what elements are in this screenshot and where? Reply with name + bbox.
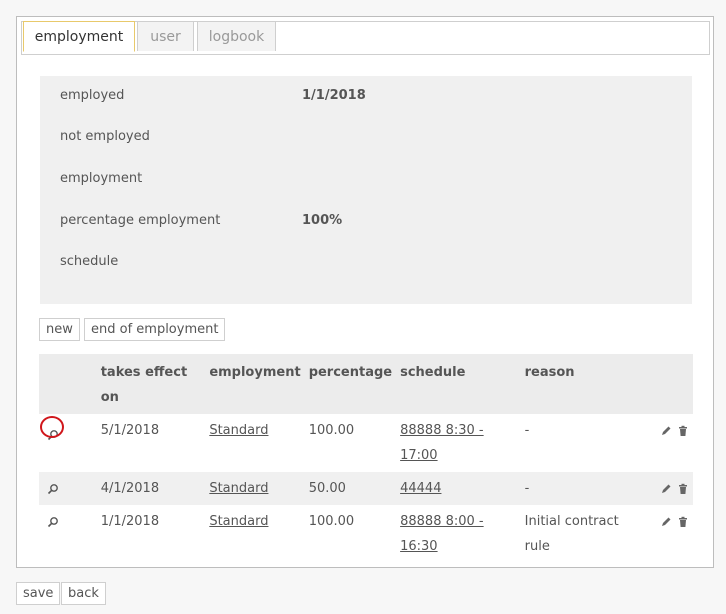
header-employment: employment <box>205 354 305 414</box>
trash-icon[interactable] <box>677 516 689 528</box>
not-employed-label: not employed <box>60 129 150 144</box>
trash-icon[interactable] <box>677 483 689 495</box>
employment-panel: employment user logbook employed 1/1/201… <box>16 16 714 568</box>
new-button[interactable]: new <box>39 318 80 341</box>
cell-takes-effect: 4/1/2018 <box>96 472 206 505</box>
percentage-label: percentage employment <box>60 213 221 228</box>
table-row: 4/1/2018 Standard 50.00 44444 - <box>39 472 693 505</box>
cell-percentage: 100.00 <box>308 423 355 438</box>
end-of-employment-button[interactable]: end of employment <box>84 318 226 341</box>
cell-reason: - <box>520 472 644 505</box>
employed-label: employed <box>60 88 125 103</box>
employed-value: 1/1/2018 <box>302 88 366 103</box>
back-button[interactable]: back <box>61 582 106 605</box>
pencil-icon[interactable] <box>660 516 672 528</box>
tab-logbook[interactable]: logbook <box>197 21 276 51</box>
schedule-link[interactable]: 44444 <box>400 481 441 496</box>
schedule-link[interactable]: 88888 8:30 - 17:00 <box>400 423 484 463</box>
percentage-value: 100% <box>302 213 343 228</box>
employment-label: employment <box>60 171 143 186</box>
tab-user[interactable]: user <box>137 21 194 51</box>
cell-percentage: 50.00 <box>304 472 397 505</box>
magnifier-icon[interactable] <box>47 516 59 528</box>
highlight-circle <box>40 416 64 438</box>
magnifier-icon[interactable] <box>47 483 59 495</box>
tab-employment[interactable]: employment <box>23 21 135 52</box>
employment-history-table: takes effect on employment percentage sc… <box>39 354 693 563</box>
table-header-row: takes effect on employment percentage sc… <box>39 354 693 414</box>
cell-reason: Initial contract rule <box>524 514 619 554</box>
header-schedule: schedule <box>396 354 521 414</box>
trash-icon[interactable] <box>677 425 689 437</box>
table-row: 1/1/2018 Standard 100.00 88888 8:00 - 16… <box>39 505 693 563</box>
employment-summary: employed 1/1/2018 not employed employmen… <box>40 76 692 304</box>
schedule-link[interactable]: 88888 8:00 - 16:30 <box>400 514 484 554</box>
cell-percentage: 100.00 <box>308 514 355 529</box>
cell-takes-effect: 5/1/2018 <box>100 423 160 438</box>
view-row-button[interactable] <box>40 416 64 440</box>
employment-link[interactable]: Standard <box>209 481 268 496</box>
header-percentage: percentage <box>304 354 397 414</box>
pencil-icon[interactable] <box>660 483 672 495</box>
table-row: 5/1/2018 Standard 100.00 88888 8:30 - 17… <box>39 414 693 472</box>
employment-link[interactable]: Standard <box>209 423 268 438</box>
employment-link[interactable]: Standard <box>209 514 268 529</box>
pencil-icon[interactable] <box>660 425 672 437</box>
schedule-label: schedule <box>60 254 119 269</box>
save-button[interactable]: save <box>16 582 61 605</box>
header-takes-effect: takes effect on <box>96 354 206 414</box>
header-reason: reason <box>520 354 644 414</box>
cell-takes-effect: 1/1/2018 <box>100 514 160 529</box>
cell-reason: - <box>524 423 530 438</box>
